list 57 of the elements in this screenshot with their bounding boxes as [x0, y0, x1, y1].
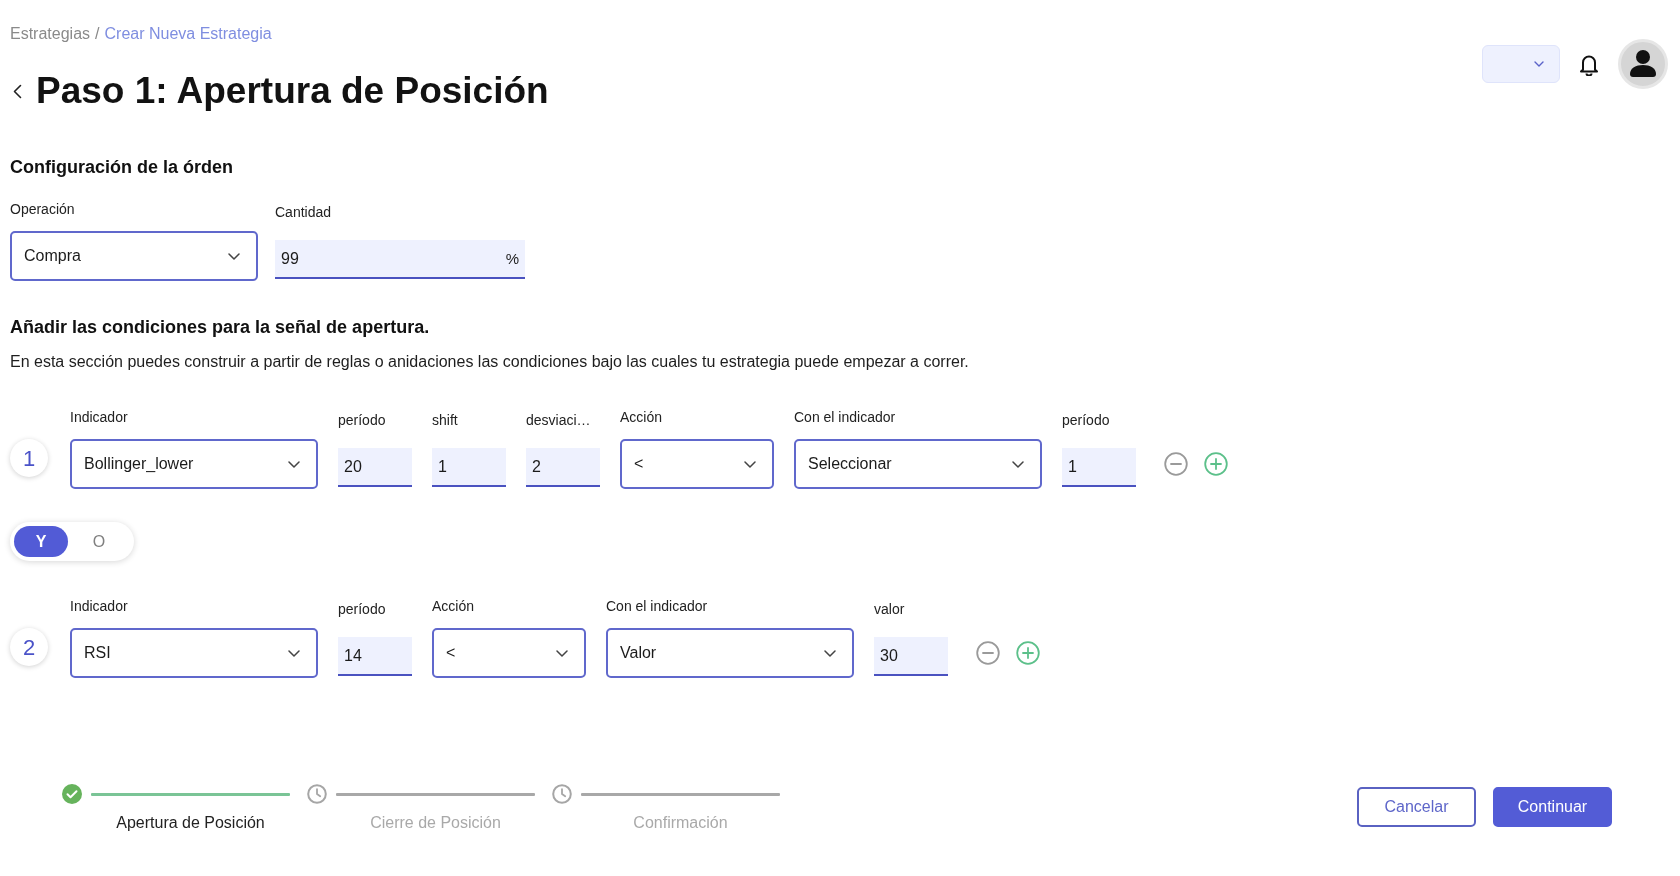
chevron-down-icon	[824, 649, 836, 657]
minus-circle-icon[interactable]	[1164, 452, 1188, 476]
input-field[interactable]: 1	[432, 448, 506, 487]
field-label: Con el indicador	[794, 409, 896, 426]
continue-button[interactable]: Continuar	[1493, 787, 1612, 827]
input-field[interactable]: 1	[1062, 448, 1136, 487]
chevron-down-icon	[228, 252, 240, 260]
cancel-button[interactable]: Cancelar	[1357, 787, 1476, 827]
step-label: Cierre de Posición	[370, 813, 501, 833]
field-label: Acción	[620, 409, 663, 426]
chevron-left-icon[interactable]	[13, 83, 22, 99]
minus-circle-icon[interactable]	[976, 641, 1000, 665]
breadcrumb-separator: /	[95, 25, 100, 42]
plus-circle-icon[interactable]	[1016, 641, 1040, 665]
field-label: Operación	[10, 201, 75, 218]
condition-number: 1	[10, 439, 48, 477]
breadcrumb-link[interactable]: Estrategias	[10, 25, 91, 42]
step-label: Confirmación	[633, 813, 728, 833]
chevron-down-icon	[288, 460, 300, 468]
chevron-down-icon	[1534, 61, 1544, 67]
condition-number: 2	[10, 628, 48, 666]
field-label: período	[338, 601, 386, 618]
section-description: En esta sección puedes construir a partir de reglas o anidaciones las condiciones bajo las cuales tu estrategia puede empezar a correr.	[10, 352, 969, 371]
chevron-down-icon	[556, 649, 568, 657]
dropdown[interactable]: Bollinger_lower	[70, 439, 318, 489]
field-label: período	[338, 412, 386, 429]
avatar-icon[interactable]	[1618, 39, 1668, 89]
unit-suffix: %	[505, 250, 519, 268]
field-label: shift	[432, 412, 458, 429]
field-label: Acción	[432, 598, 475, 615]
input-field[interactable]: 14	[338, 637, 412, 676]
step-label: Apertura de Posición	[116, 813, 265, 833]
chevron-down-icon	[288, 649, 300, 657]
field-label: Cantidad	[275, 204, 332, 221]
chevron-down-icon	[744, 460, 756, 468]
input-field[interactable]: 20	[338, 448, 412, 487]
toggle-option[interactable]: Y	[14, 526, 68, 557]
dropdown[interactable]: Compra	[10, 231, 258, 281]
chevron-down-icon	[1012, 460, 1024, 468]
input-field[interactable]: 30	[874, 637, 948, 676]
plus-circle-icon[interactable]	[1204, 452, 1228, 476]
dropdown[interactable]: Valor	[606, 628, 854, 678]
dropdown[interactable]: <	[620, 439, 774, 489]
input-field[interactable]: 2	[526, 448, 600, 487]
dropdown[interactable]: RSI	[70, 628, 318, 678]
field-label: valor	[874, 601, 905, 618]
toggle-option[interactable]: O	[72, 526, 126, 557]
field-label: Indicador	[70, 409, 128, 426]
section-title: Configuración de la órden	[10, 156, 233, 179]
field-label: desviaci…	[526, 412, 591, 429]
field-label: período	[1062, 412, 1110, 429]
field-label: Con el indicador	[606, 598, 708, 615]
dropdown[interactable]: <	[432, 628, 586, 678]
page-title: Paso 1: Apertura de Posición	[36, 69, 549, 113]
field-label: Indicador	[70, 598, 128, 615]
dropdown[interactable]: Seleccionar	[794, 439, 1042, 489]
section-title: Añadir las condiciones para la señal de apertura.	[10, 316, 430, 339]
